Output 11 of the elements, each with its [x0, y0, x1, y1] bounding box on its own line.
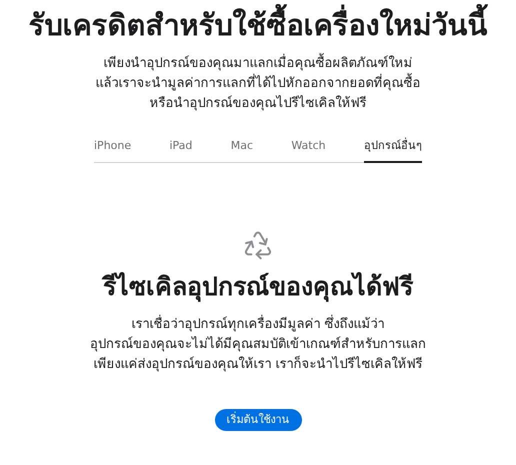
intro-text: เพียงนำอุปกรณ์ของคุณมาแลกเมื่อคุณซื้อผลิตภัณฑ์ใหม่ แล้วเราจะนำมูลค่าการแลกที่ได้ไปหักออกจากยอดที่คุณซื้อ หรือนำอุปกรณ์ของคุณไปรีไซเคิลให้ฟรี	[96, 54, 420, 114]
section-text: เราเชื่อว่าอุปกรณ์ทุกเครื่องมีมูลค่า ซึ่งถึงแม้ว่า อุปกรณ์ของคุณจะไม่ได้มีคุณสมบัติเข้าเกณฑ์สำหรับการแลก เพียงแค่ส่งอุปกรณ์ของคุณให้เรา เราก็จะนำไปรีไซเคิลให้ฟรี	[90, 314, 426, 374]
start-button[interactable]: เริ่มต้นใช้งาน	[214, 408, 302, 430]
section-heading: รีไซเคิลอุปกรณ์ของคุณได้ฟรี	[103, 270, 413, 302]
recycle-icon	[242, 228, 274, 260]
tab[interactable]: iPad	[169, 138, 192, 162]
tab[interactable]: Watch	[291, 138, 326, 162]
page-title: รับเครดิตสำหรับใช้ซื้อเครื่องใหม่วันนี้	[28, 4, 488, 46]
tab[interactable]: อุปกรณ์อื่นๆ	[364, 138, 422, 162]
tab[interactable]: iPhone	[94, 138, 132, 162]
tab[interactable]: Mac	[230, 138, 254, 162]
